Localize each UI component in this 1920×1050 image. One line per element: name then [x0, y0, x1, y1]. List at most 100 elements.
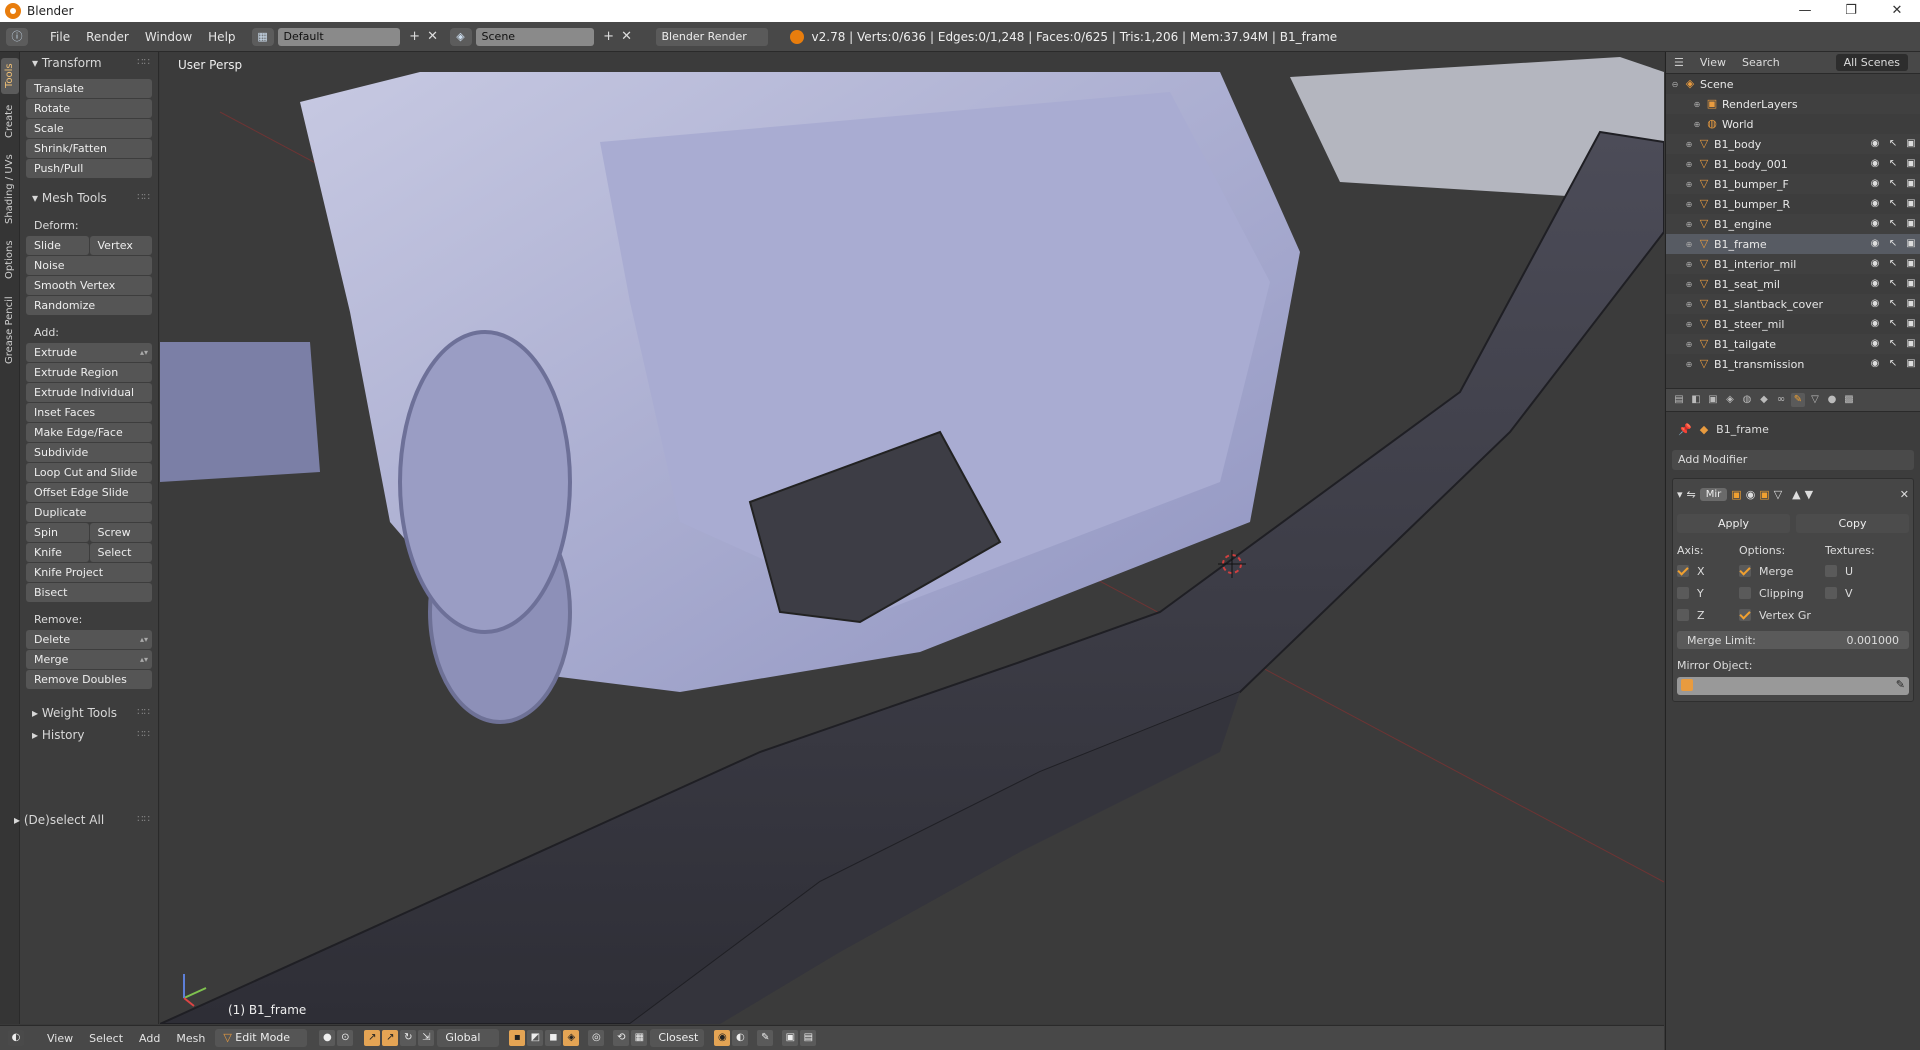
expand-toggle-icon[interactable]: ⊕ — [1692, 100, 1702, 109]
axis-x-checkbox[interactable]: X — [1677, 563, 1739, 579]
world-tab-icon[interactable]: ◍ — [1740, 393, 1754, 407]
tab-grease-pencil[interactable]: Grease Pencil — [1, 290, 19, 370]
add-scene-icon[interactable]: + — [600, 29, 618, 44]
vertex-group-checkbox[interactable]: Vertex Gr — [1739, 607, 1825, 623]
movie-render-icon[interactable]: ▤ — [800, 1030, 817, 1046]
translate-button[interactable]: Translate — [26, 79, 152, 98]
menu-select[interactable]: Select — [81, 1032, 131, 1045]
menu-file[interactable]: File — [42, 30, 78, 44]
texture-v-box[interactable] — [1825, 587, 1837, 599]
expand-toggle-icon[interactable]: ⊖ — [1670, 80, 1680, 89]
knife-select-button[interactable]: Select — [89, 543, 152, 562]
scene-tab-icon[interactable]: ◈ — [1723, 393, 1737, 407]
visibility-eye-icon[interactable]: ◉ — [1868, 137, 1882, 151]
3d-viewport[interactable]: User Persp (1) B1_frame — [160, 52, 1664, 1024]
renderable-camera-icon[interactable]: ▣ — [1904, 337, 1918, 351]
extrude-region-button[interactable]: Extrude Region — [26, 363, 152, 382]
renderable-camera-icon[interactable]: ▣ — [1904, 317, 1918, 331]
push-pull-button[interactable]: Push/Pull — [26, 159, 152, 178]
extrude-button[interactable]: Extrude ▴▾ — [26, 343, 152, 362]
expand-toggle-icon[interactable]: ⊕ — [1684, 180, 1694, 189]
selectable-cursor-icon[interactable]: ↖ — [1886, 157, 1900, 171]
pin-icon[interactable]: 📌 — [1678, 423, 1692, 436]
remove-modifier-icon[interactable]: ✕ — [1900, 488, 1909, 501]
selectable-cursor-icon[interactable]: ↖ — [1886, 277, 1900, 291]
render-tab-icon[interactable]: ◧ — [1689, 393, 1703, 407]
shrink-fatten-button[interactable]: Shrink/Fatten — [26, 139, 152, 158]
outliner-item[interactable]: ⊕ ▽ B1_bumper_R ◉ ↖ ▣ — [1666, 194, 1920, 214]
outliner-search-menu[interactable]: Search — [1734, 56, 1788, 69]
axis-z-checkbox[interactable]: Z — [1677, 607, 1739, 623]
selectable-cursor-icon[interactable]: ↖ — [1886, 177, 1900, 191]
tab-shading-uvs[interactable]: Shading / UVs — [1, 148, 19, 230]
screen-layout-icon[interactable]: ▦ — [251, 27, 274, 46]
selectable-cursor-icon[interactable]: ↖ — [1886, 257, 1900, 271]
opengl-render-icon[interactable]: ◐ — [732, 1030, 749, 1046]
merge-limit-field[interactable]: Merge Limit: 0.001000 — [1677, 631, 1909, 649]
tab-options[interactable]: Options — [1, 236, 19, 284]
menu-help[interactable]: Help — [200, 30, 243, 44]
orientation-select[interactable]: Global — [437, 1029, 500, 1047]
menu-add[interactable]: Add — [131, 1032, 168, 1045]
outliner-item[interactable]: ⊕ ▽ B1_tailgate ◉ ↖ ▣ — [1666, 334, 1920, 354]
renderable-camera-icon[interactable]: ▣ — [1904, 257, 1918, 271]
expand-toggle-icon[interactable]: ⊕ — [1684, 220, 1694, 229]
rotate-button[interactable]: Rotate — [26, 99, 152, 118]
visibility-eye-icon[interactable]: ◉ — [1868, 357, 1882, 371]
visibility-eye-icon[interactable]: ◉ — [1868, 297, 1882, 311]
scale-manipulator-icon[interactable]: ⇲ — [418, 1030, 435, 1046]
outliner-item[interactable]: ⊕ ▣ RenderLayers — [1666, 94, 1920, 114]
translate-manipulator-icon[interactable]: ↗ — [382, 1030, 399, 1046]
clipping-box[interactable] — [1739, 587, 1751, 599]
add-modifier-select[interactable]: Add Modifier — [1672, 450, 1914, 470]
outliner-item[interactable]: ⊕ ▽ B1_interior_mil ◉ ↖ ▣ — [1666, 254, 1920, 274]
render-engine-select[interactable]: Blender Render — [655, 27, 768, 46]
pivot-point-icon[interactable]: ⊙ — [337, 1030, 354, 1046]
mode-select[interactable]: ▽ Edit Mode — [215, 1029, 308, 1047]
modifier-viewport-toggle-icon[interactable]: ◉ — [1746, 488, 1756, 501]
camera-render-icon[interactable]: ▣ — [782, 1030, 799, 1046]
layout-field[interactable]: Default — [277, 27, 400, 46]
face-select-icon[interactable]: ◼ — [545, 1030, 562, 1046]
axis-x-box[interactable] — [1677, 565, 1689, 577]
outliner-item[interactable]: ⊕ ▽ B1_engine ◉ ↖ ▣ — [1666, 214, 1920, 234]
extrude-individual-button[interactable]: Extrude Individual — [26, 383, 152, 402]
outliner-item[interactable]: ⊕ ▽ B1_seat_mil ◉ ↖ ▣ — [1666, 274, 1920, 294]
menu-render[interactable]: Render — [78, 30, 137, 44]
sculpt-icon[interactable]: ✎ — [757, 1030, 774, 1046]
renderable-camera-icon[interactable]: ▣ — [1904, 237, 1918, 251]
renderable-camera-icon[interactable]: ▣ — [1904, 177, 1918, 191]
scene-field[interactable]: Scene — [475, 27, 594, 46]
axis-z-box[interactable] — [1677, 609, 1689, 621]
knife-project-button[interactable]: Knife Project — [26, 563, 152, 582]
move-up-icon[interactable]: ▲ — [1792, 488, 1800, 501]
selectable-cursor-icon[interactable]: ↖ — [1886, 337, 1900, 351]
selectable-cursor-icon[interactable]: ↖ — [1886, 197, 1900, 211]
close-button[interactable]: ✕ — [1874, 0, 1920, 22]
material-tab-icon[interactable]: ● — [1825, 393, 1839, 407]
editor-type-icon[interactable]: ◐ — [8, 1030, 24, 1046]
scene-icon[interactable]: ◈ — [449, 27, 472, 46]
texture-u-checkbox[interactable]: U — [1825, 563, 1895, 579]
visibility-eye-icon[interactable]: ◉ — [1868, 177, 1882, 191]
snap-toggle-icon[interactable]: ⟲ — [613, 1030, 630, 1046]
selectable-cursor-icon[interactable]: ↖ — [1886, 217, 1900, 231]
clipping-checkbox[interactable]: Clipping — [1739, 585, 1825, 601]
expand-toggle-icon[interactable]: ⊕ — [1684, 340, 1694, 349]
loop-cut-button[interactable]: Loop Cut and Slide — [26, 463, 152, 482]
modifier-editmode-toggle-icon[interactable]: ▣ — [1759, 488, 1769, 501]
restore-button[interactable]: ❐ — [1828, 0, 1874, 22]
outliner-item[interactable]: ⊕ ▽ B1_steer_mil ◉ ↖ ▣ — [1666, 314, 1920, 334]
vertex-group-box[interactable] — [1739, 609, 1751, 621]
outliner-item[interactable]: ⊕ ▽ B1_transmission ◉ ↖ ▣ — [1666, 354, 1920, 374]
bisect-button[interactable]: Bisect — [26, 583, 152, 602]
menu-mesh[interactable]: Mesh — [168, 1032, 213, 1045]
axis-y-checkbox[interactable]: Y — [1677, 585, 1739, 601]
visibility-eye-icon[interactable]: ◉ — [1868, 197, 1882, 211]
move-down-icon[interactable]: ▼ — [1805, 488, 1813, 501]
render-layer-icon[interactable]: ◉ — [714, 1030, 731, 1046]
object-tab-icon[interactable]: ◆ — [1757, 393, 1771, 407]
remove-layout-icon[interactable]: ✕ — [424, 29, 442, 44]
add-layout-icon[interactable]: + — [406, 29, 424, 44]
occlude-geometry-icon[interactable]: ◈ — [563, 1030, 580, 1046]
